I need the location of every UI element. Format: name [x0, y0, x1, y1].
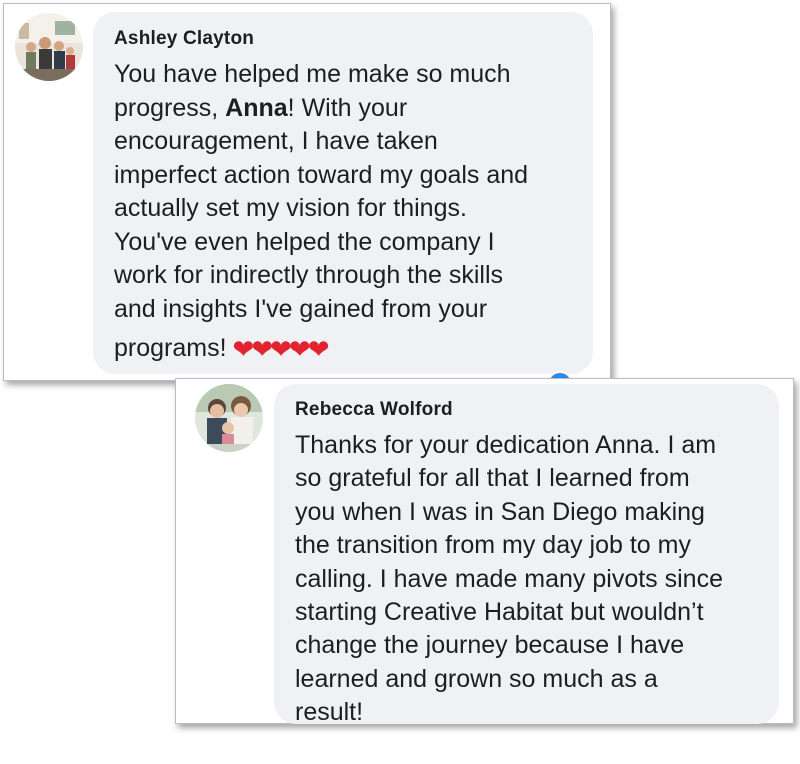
comment-line: the transition from my day job to my — [295, 531, 691, 560]
heart-emoji-icon: ❤❤❤❤❤ — [232, 334, 330, 364]
comment-line: calling. I have made many pivots since — [295, 564, 723, 593]
family-photo-icon — [15, 13, 83, 81]
avatar[interactable] — [195, 384, 263, 452]
comment-line: You've even helped the company I — [114, 227, 495, 256]
comment-bubble: Ashley Clayton You have helped me make s… — [93, 12, 593, 374]
comment-line: you when I was in San Diego making — [295, 497, 705, 526]
comment-line: Thanks for your dedication Anna. I am — [295, 431, 717, 459]
comment-line: result! — [295, 698, 364, 727]
comment-line: starting Creative Habitat but wouldn’t — [295, 598, 704, 627]
comment-line: progress, Anna! With your — [114, 92, 593, 126]
comment-line: and insights I've gained from your — [114, 294, 488, 323]
avatar[interactable] — [15, 13, 83, 81]
comment-card-rebecca: Rebecca Wolford Thanks for your dedicati… — [175, 378, 794, 726]
comment-line: encouragement, I have taken — [114, 127, 438, 155]
comment-line: actually set my vision for things. — [114, 194, 467, 222]
comment-line: imperfect action toward my goals and — [114, 160, 529, 189]
comment-line: so grateful for all that I learned from — [295, 464, 690, 493]
comment-line: programs! ❤❤❤❤❤ — [114, 332, 593, 367]
comment-line: You have helped me make so much — [114, 60, 511, 88]
comment-text: programs! — [114, 334, 227, 362]
comment-author[interactable]: Rebecca Wolford — [295, 399, 779, 421]
comment-text: ! With your — [287, 93, 408, 122]
comment-bubble: Rebecca Wolford Thanks for your dedicati… — [274, 384, 779, 726]
comment-text: progress, — [114, 93, 226, 122]
comment-author[interactable]: Ashley Clayton — [114, 28, 593, 50]
mention-anna[interactable]: Anna — [225, 94, 288, 122]
family-photo-icon — [195, 384, 263, 452]
comment-card-ashley: Ashley Clayton You have helped me make s… — [3, 3, 611, 381]
comment-line: learned and grown so much as a — [295, 664, 658, 693]
comment-line: work for indirectly through the skills — [114, 261, 504, 289]
comment-line: change the journey because I have — [295, 631, 685, 660]
